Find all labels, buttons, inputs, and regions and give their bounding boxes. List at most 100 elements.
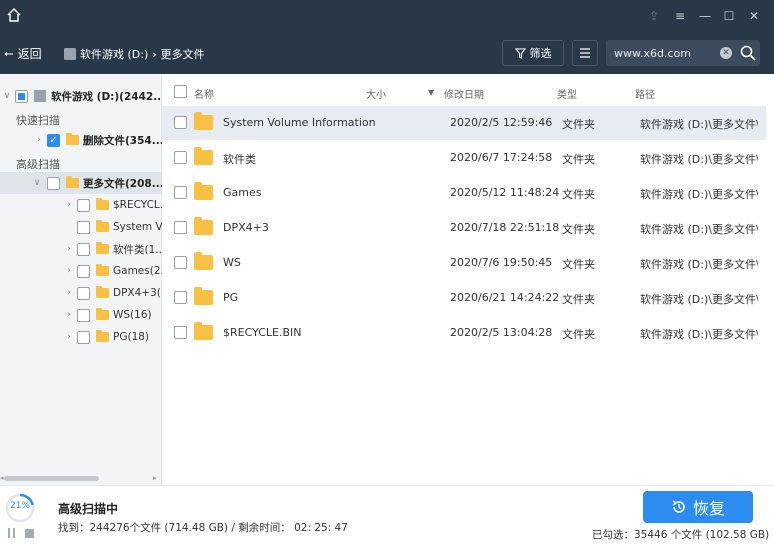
select-all-checkbox[interactable] [174, 85, 187, 98]
row-name: 软件类 [223, 153, 256, 166]
search-input[interactable] [614, 44, 722, 62]
row-path: 软件游戏 (D:)\更多文件\$... [640, 328, 758, 341]
chevron-right-icon[interactable]: › [64, 332, 74, 342]
table-row[interactable]: WS 2020/7/6 19:50:45 文件夹 软件游戏 (D:)\更多文件\… [162, 246, 766, 280]
hamburger-menu-icon[interactable]: ≡ [672, 8, 688, 24]
child-checkbox[interactable] [77, 330, 90, 344]
table-row[interactable]: $RECYCLE.BIN 2020/2/5 13:04:28 文件夹 软件游戏 … [162, 316, 766, 350]
child-checkbox[interactable] [77, 242, 90, 256]
tree-item-more-files-label: 更多文件(208... [83, 177, 164, 190]
more-files-checkbox[interactable] [47, 176, 60, 190]
view-menu-button[interactable] [572, 40, 598, 66]
table-row[interactable]: PG 2020/6/21 14:24:22 文件夹 软件游戏 (D:)\更多文件… [162, 281, 766, 315]
tree-item-child[interactable]: › Games(2... [64, 261, 171, 281]
row-type: 文件夹 [562, 118, 595, 131]
row-name: $RECYCLE.BIN [223, 326, 302, 339]
child-checkbox[interactable] [77, 286, 90, 300]
minimize-icon[interactable]: — [697, 8, 713, 24]
row-type: 文件夹 [562, 153, 595, 166]
scroll-right-icon[interactable]: ▸ [153, 474, 157, 482]
column-header-name[interactable]: 名称 [194, 86, 214, 101]
breadcrumb-folder[interactable]: 更多文件 [161, 46, 205, 62]
folder-icon [194, 252, 213, 270]
folder-icon [194, 287, 213, 305]
column-header-size[interactable]: 大小 [366, 86, 386, 101]
row-name: DPX4+3 [223, 221, 269, 234]
chevron-down-icon[interactable]: ∨ [32, 178, 42, 188]
tree-item-child-label: PG(18) [113, 331, 150, 343]
recover-button[interactable]: 恢复 [643, 491, 753, 523]
tree-item-root[interactable]: ∨ 软件游戏 (D:)(2442... [2, 86, 165, 106]
chevron-right-icon[interactable]: › [64, 200, 74, 210]
chevron-right-icon[interactable]: › [34, 135, 44, 145]
chevron-right-icon[interactable]: › [64, 310, 74, 320]
row-date: 2020/5/12 11:48:24 [450, 186, 560, 199]
folder-icon [96, 308, 109, 320]
folder-icon [66, 133, 79, 145]
tree-item-child[interactable]: › WS(16) [64, 305, 152, 325]
maximize-icon[interactable]: ☐ [721, 8, 737, 24]
arrow-left-icon: ⭠ [4, 46, 14, 60]
share-icon[interactable]: ⇪ [646, 8, 662, 24]
close-icon[interactable]: ✕ [746, 8, 762, 24]
back-button[interactable]: ⭠ 返回 [4, 45, 42, 62]
list-icon [580, 48, 590, 58]
search-icon[interactable] [740, 45, 756, 61]
filter-button[interactable]: 筛选 [502, 40, 564, 66]
title-bar: ⇪ ≡ — ☐ ✕ [0, 0, 774, 32]
row-checkbox[interactable] [174, 221, 187, 234]
child-checkbox[interactable] [77, 264, 90, 278]
row-checkbox[interactable] [174, 151, 187, 164]
row-checkbox[interactable] [174, 256, 187, 269]
row-checkbox[interactable] [174, 291, 187, 304]
quick-scan-label: 快速扫描 [16, 114, 60, 127]
table-row[interactable]: Games 2020/5/12 11:48:24 文件夹 软件游戏 (D:)\更… [162, 176, 766, 210]
row-type: 文件夹 [562, 293, 595, 306]
column-header-date[interactable]: 修改日期 [444, 86, 484, 101]
chevron-right-icon[interactable]: › [64, 288, 74, 298]
row-checkbox[interactable] [174, 186, 187, 199]
child-checkbox[interactable] [77, 308, 90, 322]
folder-icon [96, 242, 109, 254]
pause-icon[interactable] [8, 528, 16, 538]
tree-item-child[interactable]: › DPX4+3(... [64, 283, 171, 303]
row-date: 2020/2/5 13:04:28 [450, 326, 553, 339]
vertical-scrollbar[interactable] [766, 74, 774, 485]
home-icon[interactable] [6, 7, 22, 23]
folder-icon [96, 264, 109, 276]
tree-item-child[interactable]: › 软件类(1... [64, 239, 165, 259]
folder-icon [96, 286, 109, 298]
sort-desc-icon[interactable]: ▼ [428, 88, 434, 97]
tree-item-child[interactable]: System V... [74, 217, 171, 237]
clear-search-icon[interactable]: ✕ [720, 47, 732, 59]
horizontal-scrollbar[interactable] [4, 476, 99, 481]
status-bar: 21% 高级扫描中 找到：244276个文件 (714.48 GB) / 剩余时… [0, 485, 774, 545]
root-checkbox[interactable] [15, 89, 28, 103]
deleted-checkbox[interactable]: ✓ [47, 133, 60, 147]
chevron-down-icon[interactable]: ∨ [2, 91, 12, 101]
scan-status-detail: 找到：244276个文件 (714.48 GB) / 剩余时间： 02: 25:… [58, 522, 348, 534]
tree-item-deleted[interactable]: › ✓ 删除文件(354... [34, 130, 164, 150]
stop-icon[interactable] [25, 529, 34, 538]
row-checkbox[interactable] [174, 326, 187, 339]
tree-item-more-files[interactable]: ∨ 更多文件(208... [32, 173, 164, 193]
table-row[interactable]: DPX4+3 2020/7/18 22:51:18 文件夹 软件游戏 (D:)\… [162, 211, 766, 245]
column-header-type[interactable]: 类型 [557, 86, 577, 101]
breadcrumb-drive[interactable]: 软件游戏 (D:) [80, 46, 148, 62]
tree-item-child[interactable]: › PG(18) [64, 327, 149, 347]
child-checkbox[interactable] [77, 198, 90, 212]
scroll-left-icon[interactable]: ◂ [0, 474, 4, 482]
column-header-path[interactable]: 路径 [635, 86, 655, 101]
filter-label: 筛选 [529, 47, 552, 60]
row-name: PG [223, 291, 239, 304]
table-row[interactable]: 软件类 2020/6/7 17:24:58 文件夹 软件游戏 (D:)\更多文件… [162, 141, 766, 175]
folder-icon [194, 182, 213, 200]
breadcrumb: 软件游戏 (D:) › 更多文件 [64, 46, 205, 62]
row-checkbox[interactable] [174, 116, 187, 129]
tree-item-child[interactable]: › $RECYCL... [64, 195, 170, 215]
chevron-right-icon[interactable]: › [64, 266, 74, 276]
breadcrumb-separator: › [152, 47, 157, 61]
table-row[interactable]: System Volume Information 2020/2/5 12:59… [162, 106, 766, 140]
chevron-right-icon[interactable]: › [64, 244, 74, 254]
child-checkbox[interactable] [77, 220, 90, 234]
